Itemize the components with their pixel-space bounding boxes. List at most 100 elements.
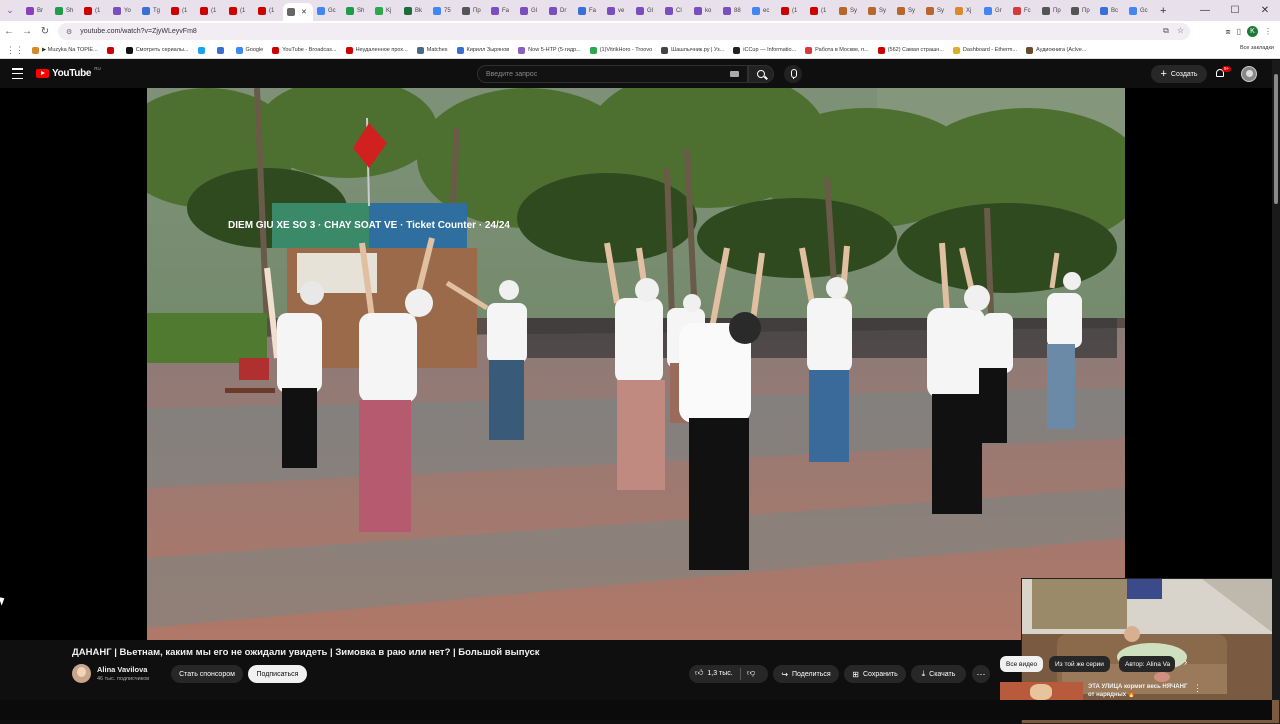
- url-text[interactable]: youtube.com/watch?v=ZjyWLeyvFm8: [80, 28, 197, 35]
- recommendation-menu-icon[interactable]: ⋮: [1193, 683, 1202, 694]
- browser-tab[interactable]: Sy: [893, 3, 922, 19]
- browser-tab[interactable]: Вс: [1096, 3, 1125, 19]
- browser-tab[interactable]: Sy: [922, 3, 951, 19]
- back-icon[interactable]: ←: [0, 26, 18, 37]
- chevron-right-icon[interactable]: ›: [1184, 657, 1187, 668]
- notifications-bell-icon[interactable]: 9+: [1214, 67, 1227, 80]
- create-button[interactable]: + Создать: [1151, 65, 1207, 83]
- browser-tab[interactable]: (1: [167, 3, 196, 19]
- bookmark-item[interactable]: Работа в Москве, п...: [805, 47, 869, 54]
- thumbs-down-icon[interactable]: 👎︎: [747, 668, 755, 678]
- reload-icon[interactable]: ↻: [36, 26, 54, 37]
- share-button[interactable]: ↪ Поделиться: [773, 665, 839, 683]
- browser-tab[interactable]: Br: [22, 3, 51, 19]
- recommendation-title[interactable]: ЭТА УЛИЦА кормит весь НЯЧАНГ от нарядных…: [1088, 683, 1188, 700]
- browser-tab[interactable]: Gr: [980, 3, 1009, 19]
- tab-search-icon[interactable]: ⌄: [4, 4, 16, 16]
- tab-active[interactable]: ✕: [283, 3, 313, 21]
- video-frame[interactable]: DIEM GIU XE SO 3 · CHAY SOAT VE · Ticket…: [147, 88, 1125, 640]
- browser-tab[interactable]: (1: [806, 3, 835, 19]
- browser-tab[interactable]: Fc: [1009, 3, 1038, 19]
- channel-avatar[interactable]: [72, 664, 91, 683]
- keyboard-icon[interactable]: [730, 71, 739, 77]
- browser-tab[interactable]: Bk: [400, 3, 429, 19]
- search-input[interactable]: Введите запрос: [477, 65, 748, 83]
- bookmark-item[interactable]: Dashboard - Etherm...: [953, 47, 1017, 54]
- browser-tab[interactable]: 88: [719, 3, 748, 19]
- search-button[interactable]: [748, 65, 774, 83]
- browser-tab[interactable]: ko: [690, 3, 719, 19]
- more-actions-button[interactable]: ⋯: [972, 665, 990, 683]
- like-button[interactable]: 👍︎ 1,3 тыс.: [695, 668, 733, 678]
- browser-tab[interactable]: Sh: [51, 3, 80, 19]
- close-window-button[interactable]: ✕: [1250, 0, 1280, 21]
- apps-grid-icon[interactable]: ⋮⋮: [6, 45, 24, 56]
- youtube-logo[interactable]: YouTube RU: [36, 68, 101, 79]
- bookmark-item[interactable]: Matches: [417, 47, 448, 54]
- bookmark-item[interactable]: Шашлычник.ру | Уз...: [661, 47, 724, 54]
- bookmark-item[interactable]: (562) Самая страшн...: [878, 47, 944, 54]
- browser-tab[interactable]: Sy: [864, 3, 893, 19]
- sponsor-button[interactable]: Стать спонсором: [171, 665, 243, 683]
- chip-same-series[interactable]: Из той же серии: [1049, 656, 1110, 672]
- address-bar[interactable]: ⚙ youtube.com/watch?v=ZjyWLeyvFm8 ⧉ ☆: [58, 23, 1190, 40]
- bookmark-item[interactable]: [217, 47, 227, 54]
- bookmark-item[interactable]: YouTube - Broadcas...: [272, 47, 336, 54]
- profile-avatar[interactable]: K: [1247, 26, 1258, 37]
- save-button[interactable]: ⊞ Сохранить: [844, 665, 906, 683]
- bookmark-item[interactable]: Кирилл Зырянов: [457, 47, 510, 54]
- bookmark-item[interactable]: Google: [236, 47, 264, 54]
- extensions-icon[interactable]: ⧈: [1226, 27, 1231, 37]
- all-bookmarks-link[interactable]: Все закладки: [1240, 45, 1274, 51]
- forward-icon[interactable]: →: [18, 26, 36, 37]
- bookmark-item[interactable]: iCCup — Informatio...: [733, 47, 796, 54]
- video-player[interactable]: DIEM GIU XE SO 3 · CHAY SOAT VE · Ticket…: [0, 88, 1280, 640]
- chip-author[interactable]: Автор: Alina Va: [1119, 656, 1175, 672]
- browser-tab[interactable]: Sy: [835, 3, 864, 19]
- bookmark-star-icon[interactable]: ☆: [1177, 26, 1184, 36]
- bookmark-item[interactable]: Аудиокнига (Асlve...: [1026, 47, 1086, 54]
- bookmark-item[interactable]: ▶ Muzyka Na TOPIE...: [32, 47, 98, 54]
- browser-tab[interactable]: Gc: [313, 3, 342, 19]
- browser-tab[interactable]: Xj: [951, 3, 980, 19]
- recommendation-thumbnail[interactable]: [1000, 682, 1083, 700]
- browser-tab[interactable]: (1: [80, 3, 109, 19]
- chip-all-videos[interactable]: Все видео: [1000, 656, 1043, 672]
- browser-tab[interactable]: Пр: [458, 3, 487, 19]
- page-scrollbar[interactable]: [1272, 60, 1280, 700]
- bookmark-item[interactable]: Now 5-HTP (5-гидр...: [518, 47, 581, 54]
- bookmark-item[interactable]: (1)VitrikHoro - Troovo: [590, 47, 652, 54]
- browser-tab[interactable]: 75: [429, 3, 458, 19]
- browser-tab[interactable]: (1: [254, 3, 283, 19]
- browser-tab[interactable]: Fa: [574, 3, 603, 19]
- browser-menu-icon[interactable]: ⋮: [1264, 27, 1272, 36]
- close-tab-icon[interactable]: ✕: [301, 8, 307, 16]
- channel-name[interactable]: Alina Vavilova: [97, 665, 147, 674]
- browser-tab[interactable]: Пр: [1038, 3, 1067, 19]
- subscribe-button[interactable]: Подписаться: [248, 665, 307, 683]
- download-button[interactable]: ⤓ Скачать: [911, 665, 966, 683]
- browser-tab[interactable]: Gl: [632, 3, 661, 19]
- browser-tab[interactable]: ve: [603, 3, 632, 19]
- browser-tab[interactable]: (1: [225, 3, 254, 19]
- sidepanel-icon[interactable]: ▯: [1237, 27, 1241, 36]
- site-info-icon[interactable]: ⚙: [66, 28, 72, 36]
- bookmark-item[interactable]: [198, 47, 208, 54]
- browser-tab[interactable]: Tg: [138, 3, 167, 19]
- browser-tab[interactable]: (1: [196, 3, 225, 19]
- browser-tab[interactable]: Yo: [109, 3, 138, 19]
- browser-tab[interactable]: ec: [748, 3, 777, 19]
- maximize-button[interactable]: ☐: [1220, 0, 1250, 21]
- bookmark-item[interactable]: [107, 47, 117, 54]
- browser-tab[interactable]: Fa: [487, 3, 516, 19]
- browser-tab[interactable]: Sh: [342, 3, 371, 19]
- browser-tab[interactable]: Dr: [545, 3, 574, 19]
- bookmark-item[interactable]: Смотреть сериалы...: [126, 47, 189, 54]
- browser-tab[interactable]: Cl: [661, 3, 690, 19]
- browser-tab[interactable]: Gc: [1125, 3, 1154, 19]
- scrollbar-thumb[interactable]: [1274, 74, 1278, 204]
- install-icon[interactable]: ⧉: [1163, 26, 1169, 36]
- browser-tab[interactable]: Kj: [371, 3, 400, 19]
- bookmark-item[interactable]: Неудаленное прох...: [346, 47, 408, 54]
- minimize-button[interactable]: —: [1190, 0, 1220, 21]
